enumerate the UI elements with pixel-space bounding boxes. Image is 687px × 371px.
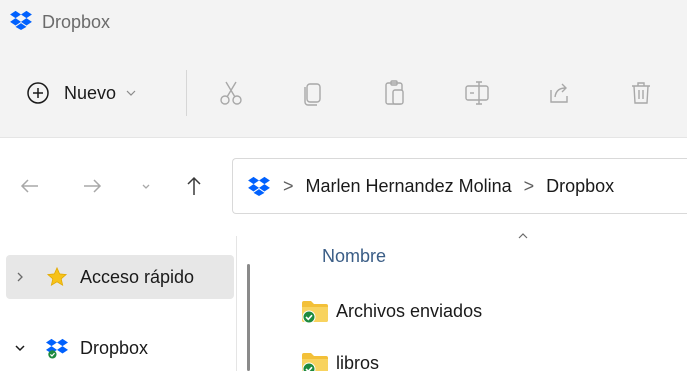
pane-divider[interactable] [236, 236, 237, 371]
sidebar-item-label: Dropbox [80, 337, 149, 358]
list-item[interactable]: Archivos enviados [300, 294, 680, 328]
sidebar-item-quick-access[interactable]: Acceso rápido [6, 255, 234, 299]
breadcrumb-separator: > [523, 175, 535, 196]
command-toolbar: Nuevo [0, 46, 687, 138]
file-name: Archivos enviados [336, 300, 483, 321]
paste-icon[interactable] [380, 78, 410, 108]
toolbar-divider [186, 70, 187, 116]
window-title: Dropbox [42, 12, 111, 32]
star-icon [46, 266, 68, 287]
file-list: Nombre Archivos enviados libros [262, 233, 687, 371]
breadcrumb-separator: > [283, 175, 294, 196]
recent-chevron-icon[interactable] [134, 174, 158, 198]
file-name: libros [336, 352, 380, 371]
sort-ascending-icon [518, 233, 528, 239]
sidebar-item-label: Acceso rápido [80, 266, 195, 287]
address-bar[interactable]: > Marlen Hernandez Molina > Dropbox [232, 158, 687, 214]
chevron-down-icon[interactable] [14, 342, 26, 354]
plus-circle-icon [27, 82, 49, 104]
synced-folder-icon [302, 353, 328, 371]
breadcrumb-user[interactable]: Marlen Hernandez Molina [306, 176, 512, 197]
list-item[interactable]: libros [300, 346, 680, 371]
new-button[interactable]: Nuevo [26, 76, 166, 110]
sidebar-item-dropbox[interactable]: Dropbox [6, 326, 234, 370]
rename-icon[interactable] [462, 78, 492, 108]
title-bar: Dropbox [0, 0, 687, 46]
navigation-bar: > Marlen Hernandez Molina > Dropbox [0, 138, 687, 236]
breadcrumb-dropbox[interactable]: Dropbox [546, 176, 614, 197]
sidebar-scrollbar[interactable] [247, 264, 250, 371]
back-arrow-icon[interactable] [18, 174, 42, 198]
new-button-label: Nuevo [64, 82, 117, 103]
delete-icon[interactable] [626, 78, 656, 108]
copy-icon[interactable] [298, 78, 328, 108]
column-header-name[interactable]: Nombre [322, 246, 386, 267]
navigation-pane: Acceso rápido Dropbox [0, 236, 236, 371]
chevron-right-icon[interactable] [14, 271, 26, 283]
chevron-down-icon [126, 90, 136, 96]
up-arrow-icon[interactable] [182, 174, 206, 198]
dropbox-icon [46, 338, 68, 359]
dropbox-icon [248, 176, 270, 196]
share-icon[interactable] [544, 78, 574, 108]
synced-folder-icon [302, 301, 328, 324]
dropbox-logo-icon [10, 10, 32, 30]
cut-icon[interactable] [216, 78, 246, 108]
forward-arrow-icon[interactable] [80, 174, 104, 198]
